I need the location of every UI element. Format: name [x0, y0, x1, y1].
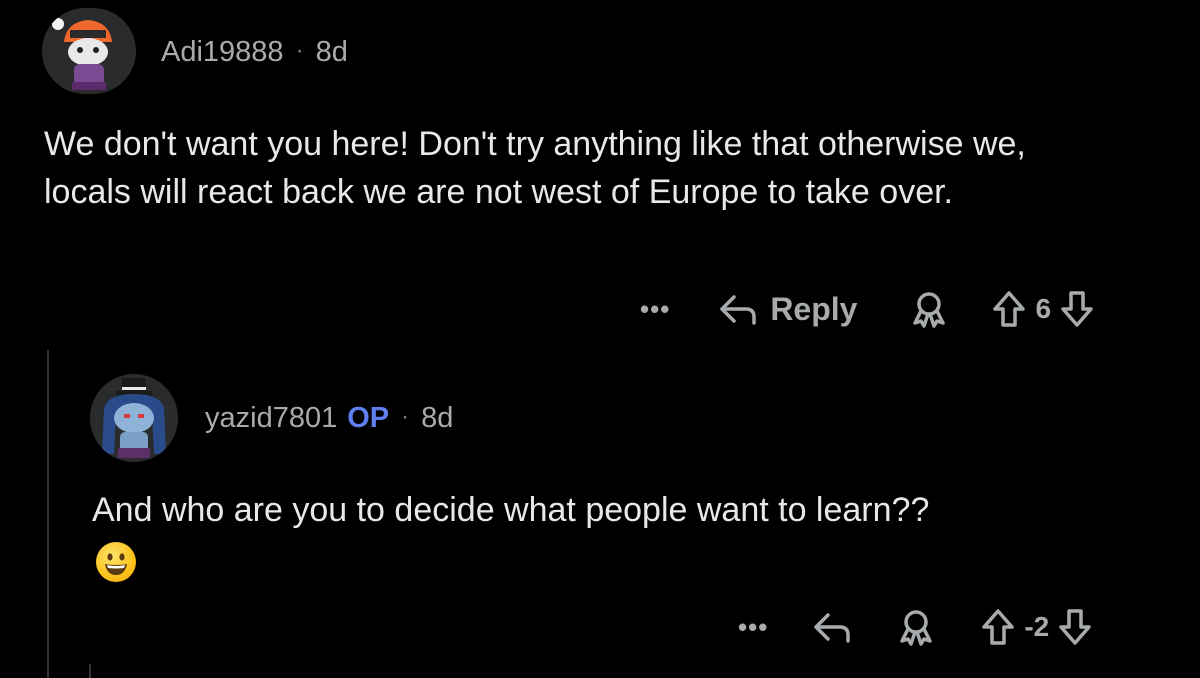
award-button[interactable]	[909, 289, 949, 329]
award-icon	[900, 610, 933, 646]
award-button[interactable]	[896, 607, 936, 647]
timestamp: 8d	[421, 402, 454, 434]
vote-score: -2	[1024, 611, 1050, 642]
username[interactable]: Adi19888	[161, 36, 284, 69]
op-badge: OP	[347, 402, 390, 434]
thread-line	[89, 664, 91, 678]
avatar-snoo-icon	[90, 374, 178, 462]
avatar[interactable]	[90, 374, 178, 462]
avatar[interactable]	[42, 8, 136, 94]
reply-arrow-icon	[814, 613, 851, 643]
comment-actions: ••• Reply 6	[640, 287, 1095, 331]
downvote-arrow-icon	[1059, 609, 1091, 645]
award-icon	[913, 292, 946, 328]
separator-dot: ·	[401, 403, 410, 430]
comment-meta: yazid7801 OP · 8d	[205, 402, 453, 435]
upvote-button[interactable]	[980, 607, 1016, 647]
reply-button[interactable]: Reply	[718, 291, 857, 328]
reply-label: Reply	[770, 290, 858, 327]
thread-line	[47, 350, 49, 678]
comment-actions: ••• -2	[738, 605, 1093, 649]
vote-score: 6	[1035, 293, 1052, 324]
timestamp: 8d	[315, 36, 348, 68]
avatar-snoo-icon	[46, 8, 132, 94]
reply-button[interactable]	[812, 609, 852, 645]
separator-dot: ·	[295, 37, 304, 64]
username[interactable]: yazid7801	[205, 402, 337, 435]
upvote-button[interactable]	[991, 289, 1027, 329]
comment-meta: Adi19888 · 8d	[161, 36, 348, 69]
more-options-button[interactable]: •••	[640, 294, 670, 325]
grinning-face-icon	[105, 553, 127, 575]
upvote-arrow-icon	[993, 291, 1026, 327]
downvote-button[interactable]	[1057, 607, 1093, 647]
comment-body: We don't want you here! Don't try anythi…	[44, 125, 1026, 211]
more-options-button[interactable]: •••	[738, 612, 768, 643]
upvote-arrow-icon	[982, 609, 1015, 645]
reply-arrow-icon	[720, 295, 757, 325]
downvote-arrow-icon	[1061, 291, 1093, 327]
comment-body: And who are you to decide what people wa…	[92, 491, 930, 529]
downvote-button[interactable]	[1059, 289, 1095, 329]
grinning-face-emoji	[96, 542, 136, 582]
